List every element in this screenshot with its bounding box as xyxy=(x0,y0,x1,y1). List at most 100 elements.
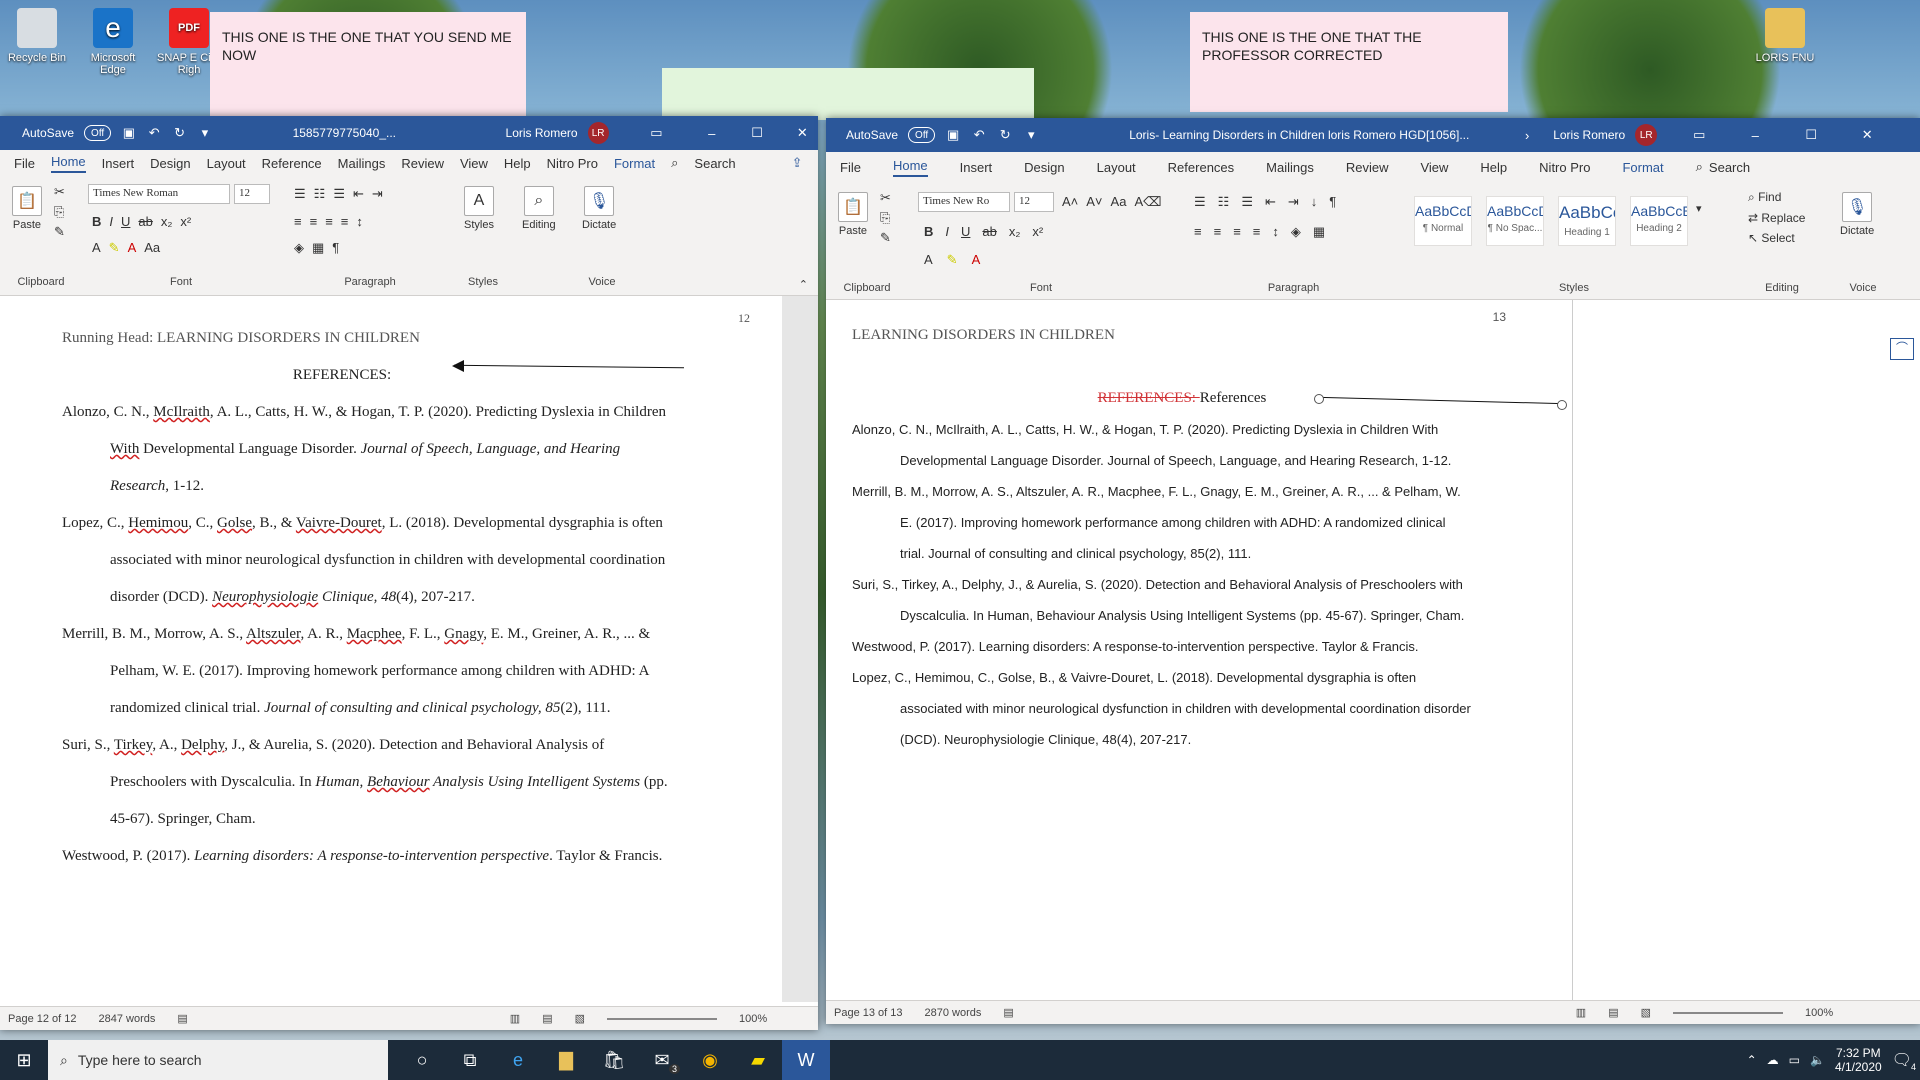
select-button[interactable]: ↖ Select xyxy=(1748,231,1805,245)
share-icon[interactable]: ⇪ xyxy=(792,155,803,171)
tab-home[interactable]: Home xyxy=(50,154,86,173)
word-taskbar-icon[interactable]: W xyxy=(782,1040,830,1080)
proofing-icon[interactable]: ▤ xyxy=(1003,1006,1013,1019)
arrow-end-handle[interactable] xyxy=(1557,400,1567,410)
zoom-level[interactable]: 100% xyxy=(1805,1007,1833,1019)
font-color-icon[interactable]: A xyxy=(128,240,137,256)
highlight-icon[interactable]: ✎ xyxy=(947,252,958,268)
zoom-level[interactable]: 100% xyxy=(739,1013,767,1025)
shading-icon[interactable]: ◈ xyxy=(294,240,304,256)
layout-options-icon[interactable]: ⌒ xyxy=(1890,338,1914,360)
decrease-indent-icon[interactable]: ⇤ xyxy=(353,186,364,202)
borders-icon[interactable]: ▦ xyxy=(312,240,324,256)
zoom-slider[interactable] xyxy=(1673,1011,1784,1014)
font-name-combo[interactable]: Times New Ro xyxy=(918,192,1010,212)
cut-icon[interactable]: ✂ xyxy=(880,190,891,206)
style-heading-1[interactable]: AaBbCc Heading 1 xyxy=(1558,196,1616,246)
print-layout-icon[interactable]: ▤ xyxy=(542,1012,552,1025)
editing-button[interactable]: ⌕ Editing xyxy=(522,186,556,231)
tab-format[interactable]: Format xyxy=(1622,160,1663,175)
subscript-icon[interactable]: x₂ xyxy=(161,214,173,229)
grow-font-icon[interactable]: A˄ xyxy=(1062,194,1078,210)
collapse-ribbon-icon[interactable]: ⌃ xyxy=(799,278,808,291)
tab-layout[interactable]: Layout xyxy=(207,156,246,171)
replace-button[interactable]: ⇄ Replace xyxy=(1748,211,1805,225)
bold-icon[interactable]: B xyxy=(92,214,101,229)
tab-home[interactable]: Home xyxy=(892,158,928,177)
volume-icon[interactable]: 🔈 xyxy=(1810,1053,1825,1067)
style-heading-2[interactable]: AaBbCcE Heading 2 xyxy=(1630,196,1688,246)
word-count[interactable]: 2870 words xyxy=(925,1007,982,1019)
style-no-spacing[interactable]: AaBbCcDc ¶ No Spac... xyxy=(1486,196,1544,246)
web-layout-icon[interactable]: ▧ xyxy=(575,1012,585,1025)
sort-icon[interactable]: ↓ xyxy=(1311,194,1318,210)
copy-icon[interactable]: ⎘ xyxy=(880,210,891,226)
text-effects-icon[interactable]: A xyxy=(92,240,101,256)
strikethrough-icon[interactable]: ab xyxy=(138,214,152,229)
justify-icon[interactable]: ≡ xyxy=(1253,224,1261,240)
store-icon[interactable]: 🛍 xyxy=(590,1040,638,1080)
maximize-icon[interactable]: ☐ xyxy=(1803,127,1819,143)
web-layout-icon[interactable]: ▧ xyxy=(1641,1006,1651,1019)
tab-mailings[interactable]: Mailings xyxy=(1266,160,1314,175)
autosave-toggle[interactable]: Off xyxy=(84,125,112,141)
tab-nitro-pro[interactable]: Nitro Pro xyxy=(547,156,598,171)
close-icon[interactable]: ✕ xyxy=(1859,127,1875,143)
customize-qat-icon[interactable]: ▾ xyxy=(197,125,212,141)
font-name-combo[interactable]: Times New Roman xyxy=(88,184,230,204)
user-name[interactable]: Loris Romero xyxy=(506,126,578,140)
tab-design[interactable]: Design xyxy=(150,156,190,171)
autosave-toggle[interactable]: Off xyxy=(908,127,936,143)
change-case-icon[interactable]: Aa xyxy=(1111,194,1127,210)
chevron-up-icon[interactable]: ⌃ xyxy=(1747,1053,1757,1067)
shrink-font-icon[interactable]: A˅ xyxy=(1086,194,1102,210)
justify-icon[interactable]: ≡ xyxy=(341,214,349,229)
tab-format[interactable]: Format xyxy=(614,156,655,171)
vertical-scrollbar[interactable] xyxy=(782,296,818,1002)
notification-icon[interactable]: 🗨 4 xyxy=(1892,1050,1916,1072)
user-name[interactable]: Loris Romero xyxy=(1553,128,1625,142)
multilevel-icon[interactable]: ☰ xyxy=(333,186,345,202)
tab-insert[interactable]: Insert xyxy=(102,156,135,171)
align-left-icon[interactable]: ≡ xyxy=(294,214,302,229)
superscript-icon[interactable]: x² xyxy=(1032,224,1043,239)
format-painter-icon[interactable]: ✎ xyxy=(880,230,891,246)
increase-indent-icon[interactable]: ⇥ xyxy=(372,186,383,202)
bold-icon[interactable]: B xyxy=(924,224,933,239)
search-icon[interactable]: ⌕ xyxy=(1696,159,1703,175)
align-center-icon[interactable]: ≡ xyxy=(1214,224,1222,240)
file-explorer-icon[interactable]: ▇ xyxy=(542,1040,590,1080)
folder-icon[interactable]: LORIS FNU xyxy=(1750,8,1820,64)
search-icon[interactable]: ⌕ xyxy=(671,155,678,171)
search-box[interactable]: Search xyxy=(694,156,735,171)
sticky-notes-icon[interactable]: ▰ xyxy=(734,1040,782,1080)
styles-button[interactable]: A Styles xyxy=(464,186,494,231)
sticky-note-right[interactable]: THIS ONE IS THE ONE THAT THE PROFESSOR C… xyxy=(1190,12,1508,112)
font-size-combo[interactable]: 12 xyxy=(234,184,270,204)
mail-icon[interactable]: ✉ 3 xyxy=(638,1040,686,1080)
strikethrough-icon[interactable]: ab xyxy=(982,224,996,239)
word-count[interactable]: 2847 words xyxy=(99,1013,156,1025)
sticky-note-green[interactable] xyxy=(662,68,1034,120)
proofing-icon[interactable]: ▤ xyxy=(177,1012,187,1025)
find-button[interactable]: ⌕ Find xyxy=(1748,190,1805,205)
customize-qat-icon[interactable]: ▾ xyxy=(1023,127,1039,143)
document-page[interactable]: 13 LEARNING DISORDERS IN CHILDREN REFERE… xyxy=(826,300,1571,1000)
italic-icon[interactable]: I xyxy=(109,214,113,229)
redo-icon[interactable]: ↻ xyxy=(172,125,187,141)
start-button-icon[interactable]: ⊞ xyxy=(0,1040,48,1080)
shading-icon[interactable]: ◈ xyxy=(1291,224,1301,240)
dictate-button[interactable]: 🎙 Dictate xyxy=(582,186,616,231)
edge-taskbar-icon[interactable]: e xyxy=(494,1040,542,1080)
styles-gallery-more-icon[interactable]: ▾ xyxy=(1696,202,1702,215)
increase-indent-icon[interactable]: ⇥ xyxy=(1288,194,1299,210)
undo-icon[interactable]: ↶ xyxy=(971,127,987,143)
tab-file[interactable]: File xyxy=(14,156,35,171)
cortana-icon[interactable]: ○ xyxy=(398,1040,446,1080)
tab-help[interactable]: Help xyxy=(1480,160,1507,175)
save-icon[interactable]: ▣ xyxy=(945,127,961,143)
show-marks-icon[interactable]: ¶ xyxy=(1329,194,1336,210)
zoom-slider[interactable] xyxy=(607,1017,718,1020)
search-box[interactable]: Search xyxy=(1709,160,1750,175)
clock[interactable]: 7:32 PM 4/1/2020 xyxy=(1835,1046,1882,1074)
